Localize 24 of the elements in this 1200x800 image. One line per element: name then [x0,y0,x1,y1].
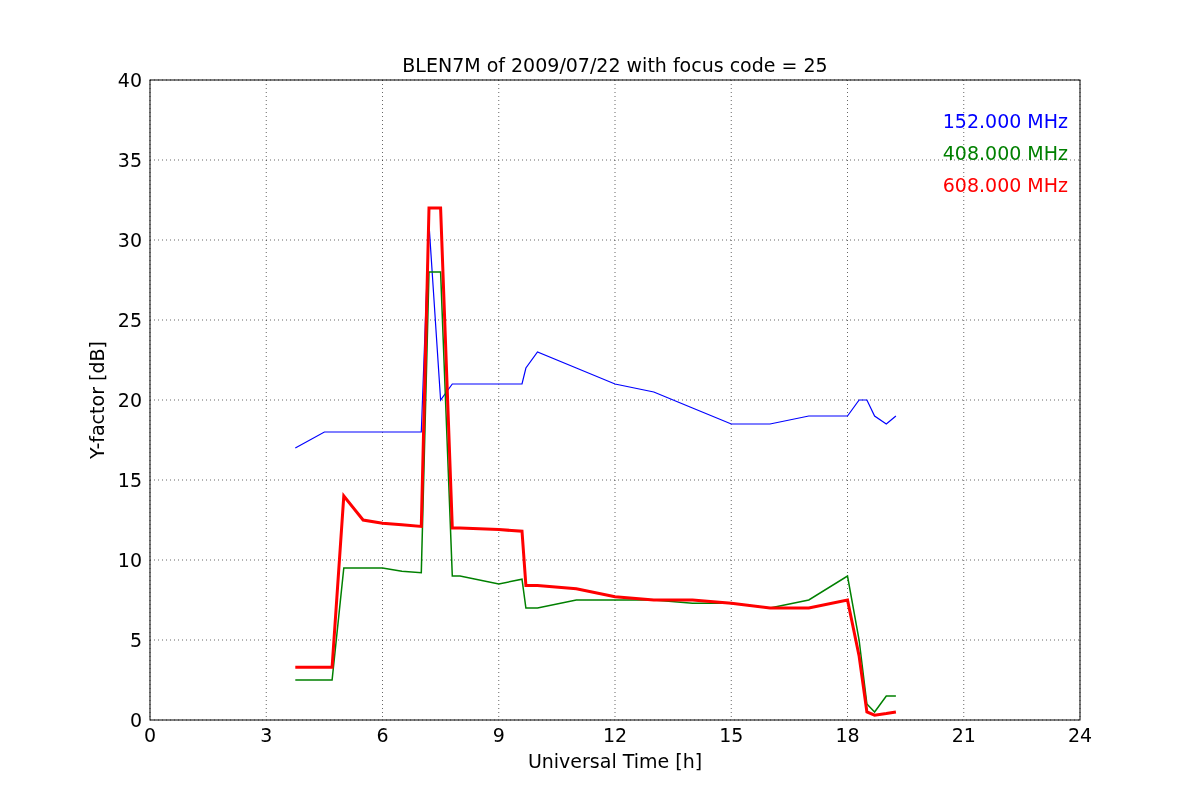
legend-label: 608.000 MHz [942,174,1068,196]
x-tick-label: 24 [1067,724,1093,746]
x-tick-label: 21 [951,724,976,746]
chart-title: BLEN7M of 2009/07/22 with focus code = 25 [402,54,828,76]
y-tick-label: 10 [117,549,142,571]
y-tick-label: 5 [129,629,142,651]
y-tick-label: 30 [117,229,142,251]
x-tick-label: 18 [835,724,860,746]
y-tick-label: 25 [117,309,142,331]
x-tick-label: 3 [260,724,273,746]
y-tick-label: 35 [117,149,142,171]
x-tick-label: 6 [376,724,389,746]
y-tick-label: 20 [117,389,142,411]
legend-label: 408.000 MHz [942,142,1068,164]
x-tick-label: 12 [602,724,628,746]
legend-label: 152.000 MHz [942,110,1068,132]
y-tick-label: 15 [117,469,142,491]
y-tick-label: 0 [129,709,142,731]
x-axis-label: Universal Time [h] [527,750,703,772]
y-tick-label: 40 [117,69,142,91]
x-tick-label: 0 [143,724,157,746]
x-tick-label: 15 [719,724,744,746]
x-tick-label: 9 [492,724,505,746]
y-axis-label: Y-factor [dB] [86,341,108,459]
